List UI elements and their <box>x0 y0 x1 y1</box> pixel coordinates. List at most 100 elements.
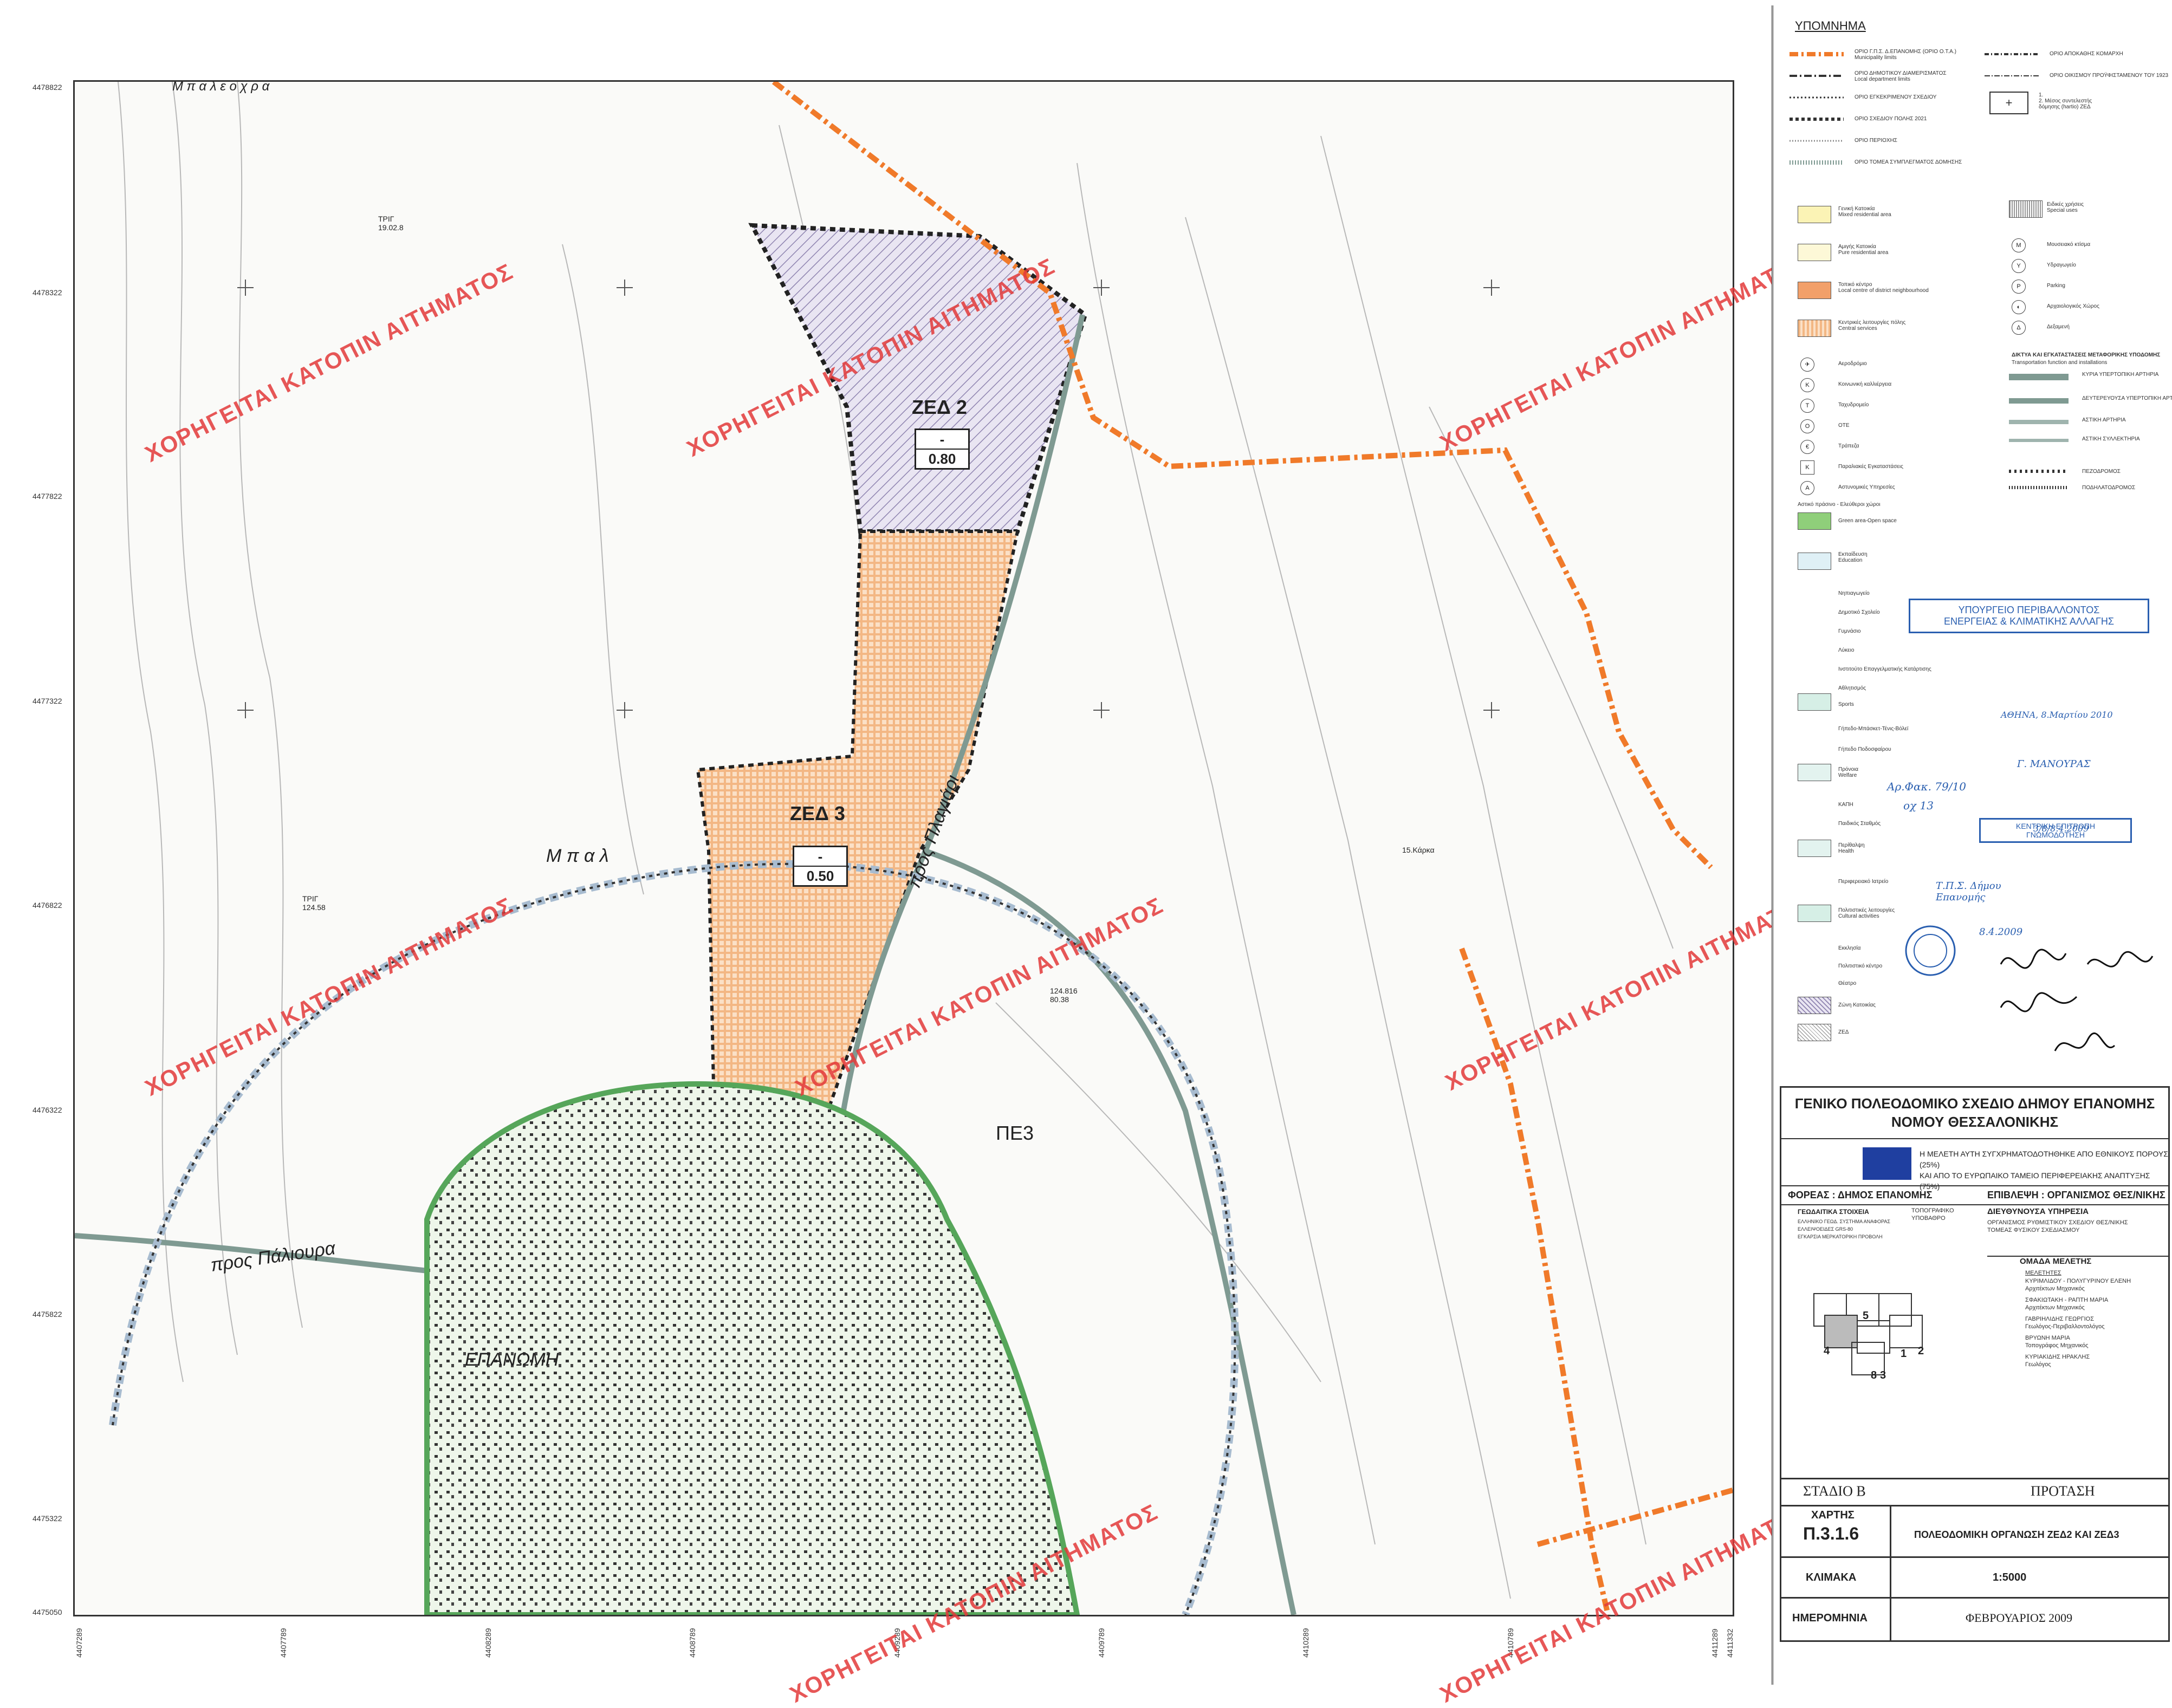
post-office-icon: Τ <box>1800 399 1814 413</box>
swatch-cultural <box>1798 905 1831 922</box>
place-mpaleochra: Μ π α λ ε ο χ ρ α <box>172 80 270 94</box>
directing-service-header: ΔΙΕΥΘΥΝΟΥΣΑ ΥΠΗΡΕΣΙΑ <box>1987 1207 2089 1216</box>
project-title: ΓΕΝΙΚΟ ΠΟΛΕΟΔΟΜΙΚΟ ΣΧΕΔΙΟ ΔΗΜΟΥ ΕΠΑΝΟΜΗΣ <box>1794 1095 2155 1112</box>
coord-x-6: 4409789 <box>1097 1628 1106 1658</box>
coord-y-5: 4476822 <box>33 901 62 910</box>
legend-line-1: ΟΡΙΟ Γ.Π.Σ. Δ.ΕΠΑΝΟΜΗΣ (ΟΡΙΟ Ο.Τ.Α.) Mun… <box>1855 49 1956 61</box>
swatch-health <box>1798 840 1831 857</box>
swatch-housing-zone <box>1798 997 1831 1014</box>
legend-area-r5: Αρχαιολογικός Χώρος <box>2047 303 2099 309</box>
topo-base-label: ΤΟΠΟΓΡΑΦΙΚΟ ΥΠΟΒΑΘΡΟ <box>1911 1207 1954 1222</box>
tps-label: Τ.Π.Σ. Δήμου Επανομής <box>1936 880 2001 903</box>
map-frame[interactable]: ΖΕΔ 2 - 0.80 ΖΕΔ 3 - 0.50 ΠΕ3 ΕΠΑΝΩΜΗ πρ… <box>73 80 1734 1616</box>
place-mpal: Μ π α λ <box>546 846 609 866</box>
coord-x-2: 4407789 <box>279 1628 288 1658</box>
legend-area-33: Ζώνη Κατοικίας <box>1838 1002 1876 1008</box>
study-team-header: ΟΜΑΔΑ ΜΕΛΕΤΗΣ <box>2020 1257 2092 1266</box>
swatch-mixed-residential <box>1798 206 1831 223</box>
coord-x-1: 4407289 <box>75 1628 83 1658</box>
swatch-sports <box>1798 693 1831 711</box>
legend-line-9: 1. 2. Μέσος συντελεστής δόμησης (hartio)… <box>2039 92 2092 110</box>
coord-x-7: 4410289 <box>1301 1628 1310 1658</box>
swatch-local-centre <box>1798 282 1831 299</box>
legend-area-r1: Ειδικές χρήσεις Special uses <box>2047 202 2084 213</box>
swatch-special-uses <box>2009 200 2043 218</box>
map-canvas[interactable] <box>75 82 1733 1615</box>
coord-x-9: 4411289 <box>1710 1628 1719 1658</box>
legend-area-23: Γήπεδο Ποδοσφαίρου <box>1838 746 1891 752</box>
legend-area-8: ΟΤΕ <box>1838 423 1850 428</box>
title-block-header: ΓΕΝΙΚΟ ΠΟΛΕΟΔΟΜΙΚΟ ΣΧΕΔΙΟ ΔΗΜΟΥ ΕΠΑΝΟΜΗΣ… <box>1781 1088 2168 1139</box>
directing-service-text: ΟΡΓΑΝΙΣΜΟΣ ΡΥΘΜΙΣΤΙΚΟΥ ΣΧΕΔΙΟΥ ΘΕΣ/ΝΙΚΗΣ… <box>1987 1219 2128 1233</box>
geodetic-text: ΕΛΛΗΝΙΚΟ ΓΕΩΔ. ΣΥΣΤΗΜΑ ΑΝΑΦΟΡΑΣ ΕΛΛΕΙΨΟΕ… <box>1798 1219 1890 1239</box>
ministry-stamp-line-2: ΕΝΕΡΓΕΙΑΣ & ΚΛΙΜΑΤΙΚΗΣ ΑΛΛΑΓΗΣ <box>1943 616 2114 627</box>
coastal-icon: Κ <box>1800 460 1814 475</box>
date-label: ΗΜΕΡΟΜΗΝΙΑ <box>1792 1612 1868 1624</box>
coord-y-7: 4475822 <box>33 1310 62 1319</box>
parking-icon: P <box>2012 280 2026 294</box>
legend-area-r11: ΑΣΤΙΚΗ ΑΡΤΗΡΙΑ <box>2082 417 2126 423</box>
legend-area-1: Γενική Κατοικία Mixed residential area <box>1838 206 1891 218</box>
official-seal-icon <box>1905 925 1956 976</box>
team-member-3: ΓΑΒΡΙΗΛΙΔΗΣ ΓΕΩΡΓΙΟΣ Γεωλόγος-Περιβαλλον… <box>2025 1316 2105 1330</box>
police-icon: Α <box>1800 481 1814 495</box>
committee-date: 3/8/8.4.2009 <box>2033 823 2089 834</box>
legend-area-27: Περίθαλψη Health <box>1838 842 1865 854</box>
zed3-top-value: - <box>794 847 846 867</box>
coord-y-4: 4477322 <box>33 697 62 705</box>
date-value: ΦΕΒΡΟΥΑΡΙΟΣ 2009 <box>1966 1611 2073 1625</box>
legend-area-3: Τοπικό κέντρο Local centre of district n… <box>1838 282 1929 294</box>
legend-line-3: ΟΡΙΟ ΕΓΚΕΚΡΙΜΕΝΟΥ ΣΧΕΔΙΟΥ <box>1855 94 1937 100</box>
legend-line-4: ΟΡΙΟ ΣΧΕΔΙΟΥ ΠΟΛΗΣ 2021 <box>1855 116 1927 122</box>
tps-date: 8.4.2009 <box>1979 926 2023 938</box>
sheet-index-3: 3 <box>1880 1369 1886 1381</box>
legend-line-7: ΟΡΙΟ ΑΠΟΚΑΘΗΣ ΚΟΜΑΡΧΗ <box>2050 51 2123 57</box>
legend-line-symbols: + <box>1790 52 2039 165</box>
zed3-zone[interactable] <box>696 530 1020 1113</box>
legend-area-26: Παιδικός Σταθμός <box>1838 821 1881 827</box>
scale-value: 1:5000 <box>1993 1571 2027 1583</box>
legend-area-5: Αεροδρόμιο <box>1838 361 1867 367</box>
zed3-label: ΖΕΔ 3 <box>790 802 845 824</box>
water-supply-icon: Υ <box>2012 259 2026 273</box>
geodetic-header: ΓΕΩΔΑΙΤΙΚΑ ΣΤΟΙΧΕΙΑ <box>1798 1208 1869 1216</box>
legend-area-r3: Υδραγωγείο <box>2047 262 2076 268</box>
coord-x-4: 4408789 <box>688 1628 697 1658</box>
legend-area-9: Τράπεζα <box>1838 443 1859 449</box>
sheet-index-8: 8 <box>1871 1369 1877 1381</box>
zed2-coefficient-box: - 0.80 <box>915 428 970 470</box>
swatch-education <box>1798 553 1831 570</box>
reservoir-icon: Δ <box>2012 321 2026 335</box>
municipality-border-east <box>1536 1488 1733 1547</box>
legend-area-30: Εκκλησία <box>1838 945 1861 951</box>
map-title: ΠΟΛΕΟΔΟΜΙΚΗ ΟΡΓΑΝΩΣΗ ΖΕΔ2 ΚΑΙ ΖΕΔ3 <box>1914 1529 2119 1540</box>
swatch-pure-residential <box>1798 244 1831 261</box>
legend-area-32: Θέατρο <box>1838 980 1857 986</box>
team-member-2: ΣΦΑΚΙΩΤΑΚΗ - ΡΑΠΤΗ ΜΑΡΙΑ Αρχιτέκτων Μηχα… <box>2025 1297 2109 1311</box>
legend-area-17: Γυμνάσιο <box>1838 628 1861 634</box>
eu-funding-line-1: Η ΜΕΛΕΤΗ ΑΥΤΗ ΣΥΓΧΡΗΜΑΤΟΔΟΤΗΘΗΚΕ ΑΠΟ ΕΘΝ… <box>1920 1150 2168 1169</box>
coord-y-1: 4478822 <box>33 83 62 92</box>
legend-area-15: Νηπιαγωγείο <box>1838 590 1870 596</box>
legend-line-6: ΟΡΙΟ ΤΟΜΕΑ ΣΥΜΠΛΕΓΜΑΤΟΣ ΔΟΜΗΣΗΣ <box>1855 159 1962 165</box>
legend-area-29: Πολιτιστικές λειτουργίες Cultural activi… <box>1838 907 1895 919</box>
legend-area-19: Ινστιτούτο Επαγγελματικής Κατάρτισης <box>1838 666 1931 672</box>
legend-area-20: Αθλητισμός <box>1838 685 1866 691</box>
foreas-label: ΦΟΡΕΑΣ : ΔΗΜΟΣ ΕΠΑΝΟΜΗΣ <box>1788 1190 1933 1200</box>
legend-area-21: Sports <box>1838 702 1854 707</box>
legend-line-5: ΟΡΙΟ ΠΕΡΙΟΧΗΣ <box>1855 138 1897 144</box>
proposal-label: ΠΡΟΤΑΣΗ <box>2031 1483 2095 1499</box>
study-team-subheader: ΜΕΛΕΤΗΤΕΣ <box>2025 1270 2061 1276</box>
legend-area-25: ΚΑΠΗ <box>1838 802 1853 808</box>
signature-manouras: Γ. ΜΑΝΟΥΡΑΣ <box>2017 758 2091 770</box>
swatch-central-services <box>1798 320 1831 337</box>
museum-icon: Μ <box>2012 238 2026 252</box>
coord-y-6: 4476322 <box>33 1106 62 1114</box>
pez-label: ΠΕ3 <box>996 1122 1034 1144</box>
zed2-label: ΖΕΔ 2 <box>912 396 967 418</box>
legend-area-7: Ταχυδρομείο <box>1838 402 1869 408</box>
sheet-index-2: 2 <box>1918 1345 1924 1357</box>
eu-funding-line-2: ΚΑΙ ΑΠΟ ΤΟ ΕΥΡΩΠΑΙΚΟ ΤΑΜΕΙΟ ΠΕΡΙΦΕΡΕΙΑΚΗ… <box>1920 1171 2150 1191</box>
legend-area-31: Πολιτιστικό κέντρο <box>1838 963 1883 969</box>
swatch-welfare <box>1798 764 1831 781</box>
